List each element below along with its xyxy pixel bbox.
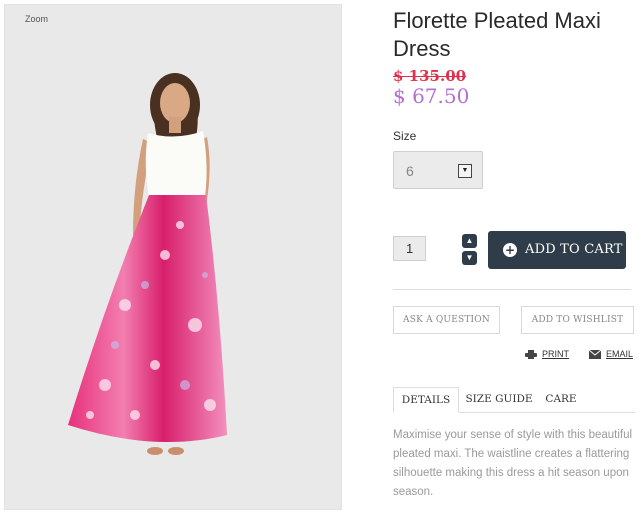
- product-title: Florette Pleated Maxi Dress: [393, 8, 601, 61]
- plus-circle-icon: +: [503, 243, 517, 257]
- email-link[interactable]: EMAIL: [606, 349, 633, 359]
- chevron-up-icon[interactable]: ▲: [462, 234, 477, 248]
- add-to-cart-button[interactable]: + ADD TO CART: [488, 231, 626, 269]
- chevron-down-icon[interactable]: ▼: [462, 251, 477, 265]
- tab-details[interactable]: DETAILS: [393, 387, 459, 413]
- size-select[interactable]: 6 ▼: [393, 151, 483, 189]
- product-description: Maximise your sense of style with this b…: [393, 429, 633, 498]
- quantity-input[interactable]: 1: [393, 236, 426, 261]
- add-to-cart-label: ADD TO CART: [525, 242, 623, 257]
- original-price: $ 135.00: [393, 67, 467, 85]
- add-to-wishlist-button[interactable]: ADD TO WISHLIST: [521, 306, 634, 334]
- divider: [393, 289, 631, 290]
- size-value: 6: [406, 163, 414, 179]
- product-image[interactable]: Zoom: [4, 4, 342, 510]
- product-tabs: DETAILS SIZE GUIDE CARE: [393, 387, 635, 413]
- tab-size-guide[interactable]: SIZE GUIDE: [465, 387, 533, 413]
- model-illustration: [68, 73, 227, 455]
- printer-icon[interactable]: [525, 350, 537, 359]
- ask-question-button[interactable]: ASK A QUESTION: [393, 306, 500, 334]
- dropdown-arrow-icon[interactable]: ▼: [458, 164, 472, 178]
- tab-care[interactable]: CARE: [541, 387, 581, 413]
- print-link[interactable]: PRINT: [542, 349, 569, 359]
- sale-price: $ 67.50: [393, 84, 470, 108]
- envelope-icon[interactable]: [589, 350, 601, 359]
- size-label: Size: [393, 129, 417, 143]
